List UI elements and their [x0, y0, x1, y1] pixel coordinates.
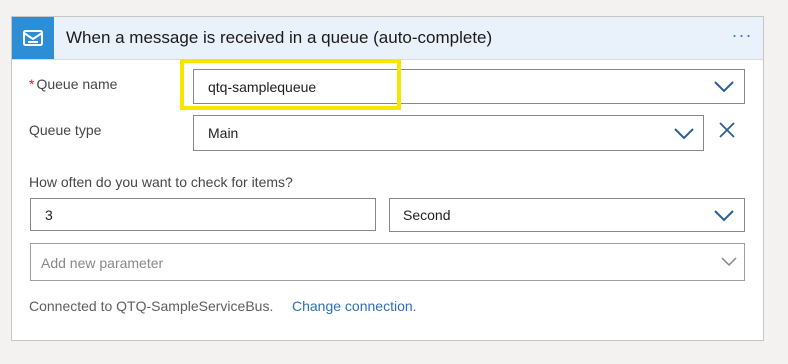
interval-count-value: 3: [45, 207, 53, 223]
chevron-down-icon: [674, 128, 694, 140]
queue-name-value: qtq-samplequeue: [208, 79, 317, 95]
change-connection-link[interactable]: Change connection.: [292, 298, 417, 314]
card-title: When a message is received in a queue (a…: [66, 28, 493, 47]
more-options-button[interactable]: ···: [729, 25, 755, 49]
queue-type-dropdown[interactable]: Main: [193, 115, 704, 151]
chevron-down-icon: [721, 257, 737, 267]
queue-name-label: * Queue name: [29, 76, 117, 92]
add-parameter-placeholder: Add new parameter: [41, 255, 164, 271]
clear-icon[interactable]: [718, 121, 736, 139]
chevron-down-icon: [714, 210, 734, 222]
required-mark: *: [29, 76, 35, 92]
queue-name-dropdown[interactable]: qtq-samplequeue: [193, 69, 745, 104]
interval-unit-dropdown[interactable]: Second: [389, 198, 745, 232]
interval-label: How often do you want to check for items…: [29, 174, 293, 190]
connection-status-text: Connected to QTQ-SampleServiceBus.: [29, 298, 274, 314]
queue-type-value: Main: [208, 125, 239, 141]
interval-count-input[interactable]: 3: [30, 198, 376, 231]
card-header[interactable]: When a message is received in a queue (a…: [12, 17, 763, 60]
interval-unit-value: Second: [403, 207, 451, 223]
queue-name-label-text: Queue name: [36, 76, 118, 92]
chevron-down-icon: [714, 81, 734, 93]
queue-type-label: Queue type: [29, 122, 102, 138]
add-parameter-dropdown[interactable]: Add new parameter: [30, 243, 745, 281]
service-bus-icon: [12, 17, 54, 59]
